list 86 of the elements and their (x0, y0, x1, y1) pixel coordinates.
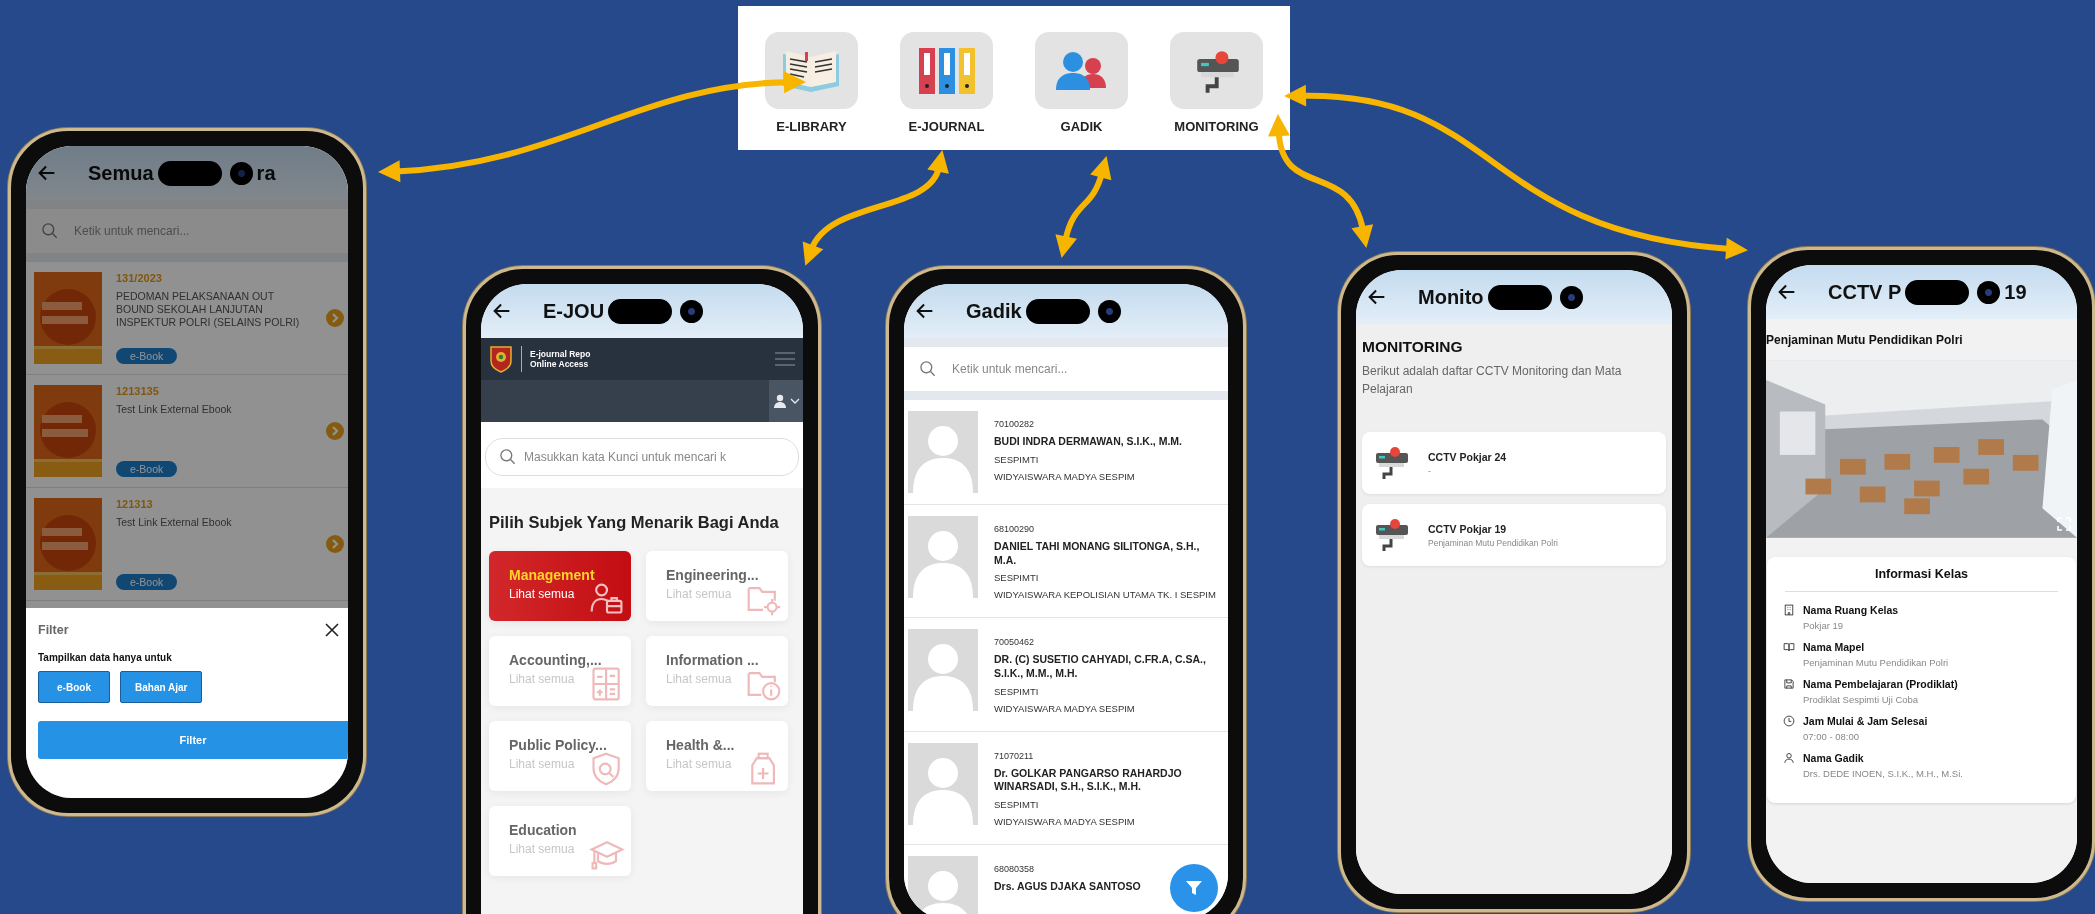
search-field[interactable]: Masukkan kata Kunci untuk mencari k (485, 438, 799, 476)
camera-name: CCTV Pokjar 24 (1428, 450, 1507, 463)
field-value: Prodiklat Sespimti Uji Coba (1803, 694, 1920, 705)
field-value: Drs. DEDE INOEN, S.I.K., M.H., M.Si. (1803, 768, 1964, 779)
section-heading: Pilih Subjek Yang Menarik Bagi Anda (489, 512, 780, 533)
subject-card[interactable]: Public Policy... Lihat semua (489, 720, 631, 791)
subject-card[interactable]: Accounting,... Lihat semua (489, 635, 631, 706)
field-label: Jam Mulai & Jam Selesai (1803, 715, 1928, 727)
see-all-link[interactable]: Lihat semua (509, 586, 631, 601)
section-heading: MONITORING (1362, 338, 1464, 356)
unit-label: SESPIMTI (994, 572, 1039, 584)
card-title: Informasi Kelas (1873, 567, 1970, 581)
subject-card[interactable]: Engineering... Lihat semua (646, 550, 788, 621)
menu-button[interactable]: MONITORING (1170, 32, 1263, 134)
position-label: WIDYAISWARA MADYA SESPIM (994, 815, 1135, 827)
search-input[interactable]: Masukkan kata Kunci untuk mencari k (524, 450, 792, 464)
book-code: 1213135 (116, 385, 159, 397)
subject-title: Penjaminan Mutu Pendidikan Polri (1766, 332, 1964, 349)
sheet-title: Filter (38, 623, 69, 637)
position-label: WIDYAISWARA MADYA SESPIM (994, 470, 1135, 482)
book-title: Test Link External Ebook (116, 516, 232, 530)
search-field[interactable]: Ketik untuk mencari... (26, 209, 348, 253)
screen-title: Semua (88, 161, 154, 185)
search-input[interactable]: Ketik untuk mencari... (74, 224, 334, 238)
field-label: Nama Mapel (1803, 641, 1865, 653)
subject-name: Health &... (666, 736, 736, 753)
filter-button[interactable]: Filter (38, 721, 348, 759)
filter-option-button[interactable]: Bahan Ajar (120, 671, 203, 703)
subject-name: Information ... (666, 651, 760, 668)
subject-name: Management (509, 566, 596, 583)
field-value: Pokjar 19 (1803, 620, 1845, 631)
screen-title: Gadik (966, 299, 1022, 323)
brand-name: Online Access (530, 359, 590, 370)
person-name: Drs. AGUS DJAKA SANTOSO (994, 879, 1141, 894)
person-name: BUDI INDRA DERMAWAN, S.I.K., M.M. (994, 435, 1183, 449)
field-label: Nama Ruang Kelas (1803, 604, 1899, 616)
camera-card[interactable]: CCTV Pokjar 24 - (1362, 432, 1666, 494)
field-label: Nama Gadik (1803, 752, 1864, 764)
employee-number: 71070211 (994, 750, 1034, 761)
employee-number: 70050462 (994, 637, 1035, 648)
book-code: 131/2023 (116, 272, 162, 284)
subject-name: Engineering... (666, 566, 760, 583)
camera-name: CCTV Pokjar 19 (1428, 522, 1508, 535)
position-label: WIDYAISWARA KEPOLISIAN UTAMA TK. I SESPIM (994, 589, 1216, 601)
unit-label: SESPIMTI (994, 453, 1039, 465)
subject-name: Accounting,... (509, 651, 603, 668)
type-tag: e-Book (116, 461, 178, 477)
book-title: PEDOMAN PELAKSANAAN OUT BOUND SEKOLAH LANJUTAN INSPEKTUR POLRI (SELAINS POLRI) (116, 290, 301, 331)
person-name: DANIEL TAHI MONANG SILITONGA, S.H., M.A. (994, 540, 1201, 568)
employee-number: 68100290 (994, 524, 1035, 534)
person-name: Dr. GOLKAR PANGARSO RAHARDJO WINARSADI, S.H., S.I.K., M.H. (994, 766, 1183, 794)
menu-button[interactable]: E-JOURNAL (900, 32, 993, 134)
unit-label: SESPIMTI (994, 685, 1039, 697)
screen-title: E-JOU (543, 299, 605, 323)
screen-title: Monito (1418, 285, 1484, 309)
brand-name: E-journal Repo (530, 348, 592, 359)
position-label: WIDYAISWARA MADYA SESPIM (994, 702, 1135, 714)
subject-name: Public Policy... (509, 736, 608, 753)
field-label: Nama Pembelajaran (Prodiklat) (1803, 678, 1958, 690)
unit-label: SESPIMTI (994, 798, 1039, 810)
camera-subtitle: - (1428, 465, 1432, 476)
book-title: Test Link External Ebook (116, 403, 232, 417)
search-input[interactable]: Ketik untuk mencari... (952, 362, 1214, 376)
subject-card[interactable]: Management Lihat semua (489, 550, 631, 621)
camera-card[interactable]: CCTV Pokjar 19 Penjaminan Mutu Pendidikan Polri (1362, 504, 1666, 566)
section-description: Berikut adalah daftar CCTV Monitoring dan Mata Pelajaran (1362, 363, 1623, 398)
type-tag: e-Book (116, 574, 178, 590)
person-name: DR. (C) SUSETIO CAHYADI, C.FR.A, C.SA., S.I.K., M.M., M.H. (994, 653, 1207, 681)
field-value: Penjaminan Mutu Pendidikan Polri (1803, 657, 1950, 668)
subject-name: Education (509, 821, 578, 838)
book-code: 121313 (116, 498, 153, 510)
employee-number: 70100282 (994, 419, 1035, 429)
screen-title: CCTV P (1828, 280, 1902, 304)
menu-button[interactable]: GADIK (1035, 32, 1128, 134)
field-value: 07:00 - 08:00 (1803, 731, 1860, 742)
screen-title: 19 (2004, 280, 2027, 304)
filter-prompt: Tampilkan data hanya untuk (38, 652, 173, 663)
menu-button[interactable]: E-LIBRARY (765, 32, 858, 134)
camera-subtitle: Penjaminan Mutu Pendidikan Polri (1428, 537, 1558, 548)
filter-option-button[interactable]: e-Book (38, 671, 110, 703)
subject-card[interactable]: Information ... Lihat semua (646, 635, 788, 706)
type-tag: e-Book (116, 348, 178, 364)
screen-title: ra (256, 161, 276, 185)
subject-card[interactable]: Health &... Lihat semua (646, 720, 788, 791)
subject-card[interactable]: Education Lihat semua (489, 805, 631, 876)
employee-number: 68080358 (994, 863, 1035, 874)
